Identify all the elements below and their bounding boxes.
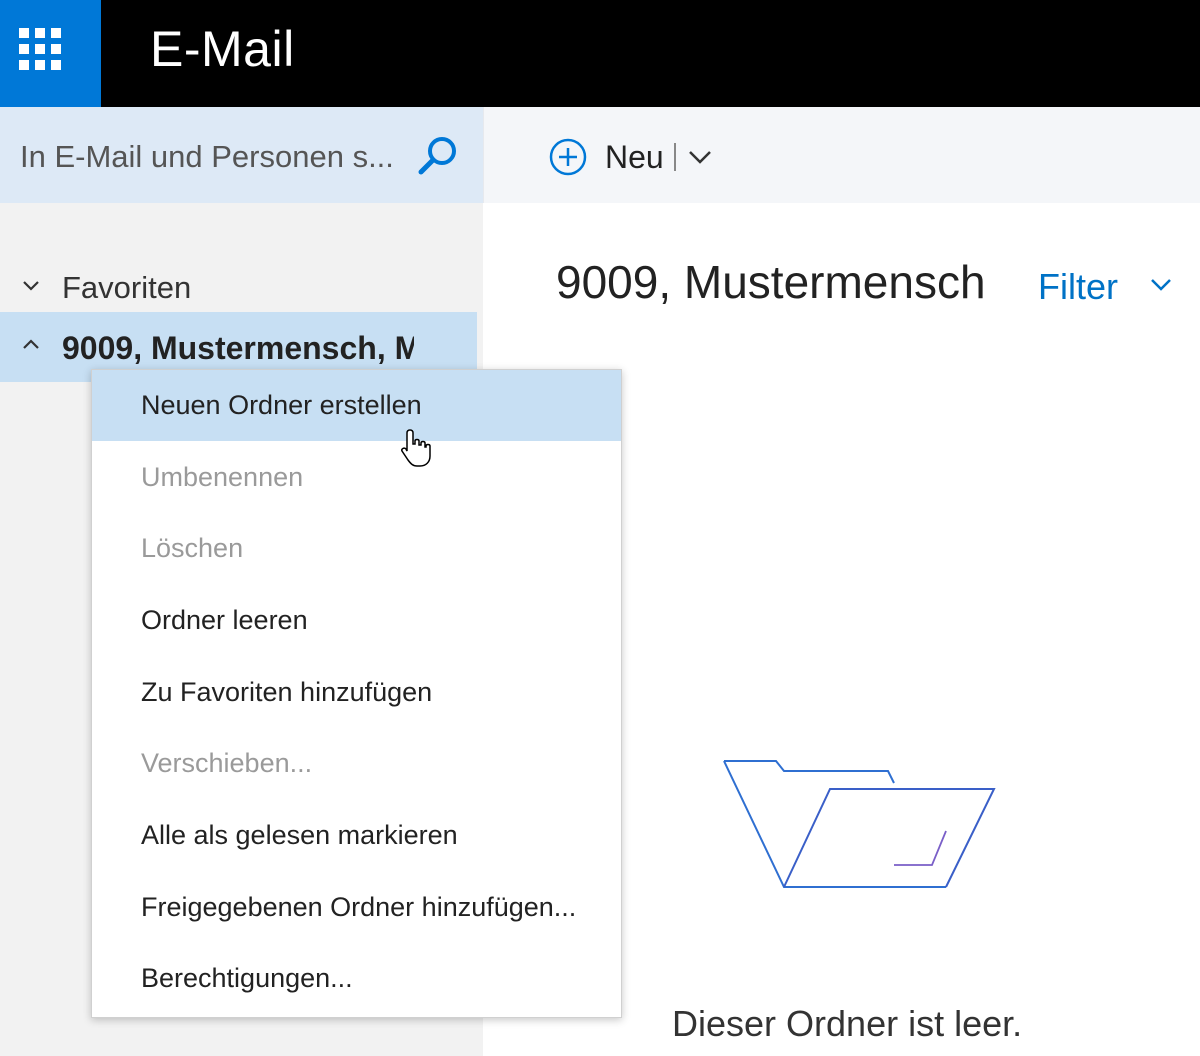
app-launcher-button[interactable]	[0, 0, 101, 107]
plus-circle-icon	[549, 138, 587, 176]
new-button-label: Neu	[605, 138, 664, 175]
menu-item-delete[interactable]: Löschen	[92, 513, 621, 584]
menu-item-permissions[interactable]: Berechtigungen...	[92, 943, 621, 1014]
folder-title: 9009, Mustermensch	[556, 256, 986, 308]
search-input[interactable]: In E-Mail und Personen s...	[20, 139, 394, 175]
empty-folder-icon	[723, 760, 996, 888]
account-folder-label[interactable]: 9009, Mustermensch, M	[62, 330, 414, 367]
menu-item-add-to-favorites[interactable]: Zu Favoriten hinzufügen	[92, 657, 621, 728]
menu-item-new-folder[interactable]: Neuen Ordner erstellen	[92, 370, 621, 441]
menu-item-mark-all-read[interactable]: Alle als gelesen markieren	[92, 800, 621, 871]
chevron-down-icon[interactable]	[22, 280, 40, 292]
menu-item-move[interactable]: Verschieben...	[92, 728, 621, 799]
menu-item-empty-folder[interactable]: Ordner leeren	[92, 585, 621, 656]
menu-item-rename[interactable]: Umbenennen	[92, 442, 621, 513]
chevron-down-icon[interactable]	[688, 149, 712, 165]
search-box[interactable]: In E-Mail und Personen s...	[0, 107, 483, 203]
hand-pointer-icon	[401, 429, 431, 467]
filter-button[interactable]: Filter	[1038, 266, 1118, 308]
favorites-label[interactable]: Favoriten	[62, 270, 191, 306]
separator	[673, 143, 676, 171]
chevron-up-icon[interactable]	[22, 338, 40, 350]
empty-folder-message: Dieser Ordner ist leer.	[672, 1003, 1023, 1044]
search-icon[interactable]	[416, 134, 460, 178]
menu-item-add-shared-folder[interactable]: Freigegebenen Ordner hinzufügen...	[92, 872, 621, 943]
new-message-button[interactable]: Neu	[549, 136, 712, 178]
waffle-icon	[19, 28, 61, 70]
folder-context-menu: Neuen Ordner erstellen Umbenennen Lösche…	[91, 369, 622, 1018]
chevron-down-icon[interactable]	[1150, 278, 1172, 292]
app-title: E-Mail	[150, 21, 295, 77]
